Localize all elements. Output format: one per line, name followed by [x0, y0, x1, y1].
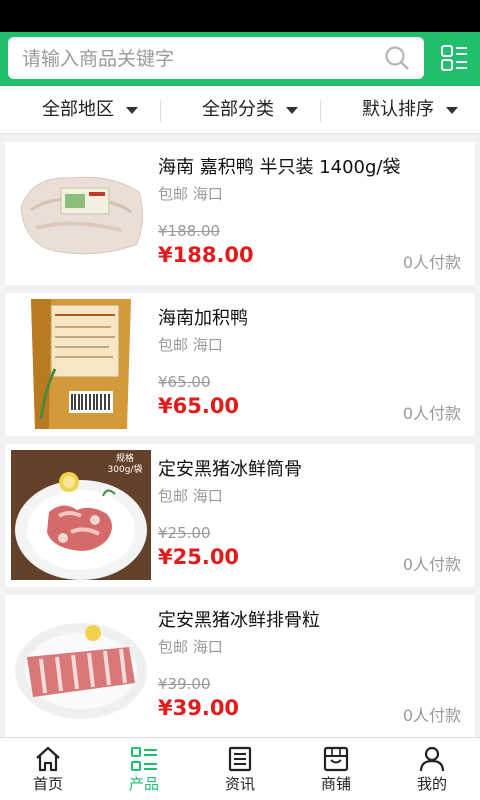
product-original-price: ¥188.00	[158, 222, 221, 240]
product-image	[11, 299, 151, 429]
filter-bar: 全部地区 全部分类 默认排序	[0, 86, 480, 134]
news-icon	[228, 746, 252, 772]
product-name[interactable]: 定安黑猪冰鲜排骨粒	[158, 609, 320, 633]
filter-region-label: 全部地区	[42, 99, 114, 120]
product-original-price: ¥39.00	[158, 675, 211, 693]
divider	[320, 100, 321, 122]
product-name[interactable]: 海南 嘉积鸭 半只装 1400g/袋	[158, 156, 400, 180]
product-shipping: 包邮 海口	[158, 336, 223, 354]
filter-sort[interactable]: 默认排序	[362, 86, 458, 134]
product-shipping: 包邮 海口	[158, 185, 223, 203]
tab-products-label: 产品	[128, 775, 159, 793]
product-image	[11, 601, 151, 731]
product-image	[11, 148, 151, 278]
filter-sort-label: 默认排序	[362, 99, 434, 120]
product-name[interactable]: 定安黑猪冰鲜筒骨	[158, 458, 302, 482]
filter-category-label: 全部分类	[202, 99, 274, 120]
product-price: ¥39.00	[158, 696, 240, 720]
product-original-price: ¥65.00	[158, 373, 211, 391]
product-name[interactable]: 海南加积鸭	[158, 307, 248, 331]
chevron-down-icon	[446, 106, 458, 114]
product-card[interactable]: 规格 300g/袋 定安黑猪冰鲜筒骨 包邮 海口 ¥25.00 ¥25.00 0…	[5, 444, 475, 587]
product-shipping: 包邮 海口	[158, 638, 223, 656]
product-sales: 0人付款	[402, 253, 461, 272]
product-original-price: ¥25.00	[158, 524, 211, 542]
tab-products[interactable]: 产品	[96, 738, 192, 800]
product-price: ¥25.00	[158, 545, 240, 569]
tab-shop[interactable]: 商铺	[288, 738, 384, 800]
tab-me[interactable]: 我的	[384, 738, 480, 800]
chevron-down-icon	[286, 106, 298, 114]
chevron-down-icon	[126, 106, 138, 114]
search-placeholder: 请输入商品关键字	[22, 48, 175, 70]
product-sales: 0人付款	[402, 706, 461, 725]
product-price: ¥65.00	[158, 394, 240, 418]
bottom-tab-bar: 首页 产品 资讯 商铺 我的	[0, 737, 480, 800]
filter-category[interactable]: 全部分类	[202, 86, 298, 134]
status-bar	[0, 0, 480, 32]
tab-shop-label: 商铺	[320, 775, 351, 793]
tab-news-label: 资讯	[224, 775, 255, 793]
product-card[interactable]: 海南加积鸭 包邮 海口 ¥65.00 ¥65.00 0人付款	[5, 293, 475, 436]
tab-me-label: 我的	[416, 775, 447, 793]
category-grid-icon[interactable]	[440, 44, 468, 72]
user-icon	[419, 746, 445, 772]
product-card[interactable]: 定安黑猪冰鲜排骨粒 包邮 海口 ¥39.00 ¥39.00 0人付款	[5, 595, 475, 738]
tab-news[interactable]: 资讯	[192, 738, 288, 800]
product-list-icon	[131, 747, 157, 771]
search-input[interactable]: 请输入商品关键字	[8, 37, 424, 79]
product-sales: 0人付款	[402, 404, 461, 423]
product-sales: 0人付款	[402, 555, 461, 574]
product-price: ¥188.00	[158, 243, 254, 267]
product-image: 规格 300g/袋	[11, 450, 151, 580]
filter-region[interactable]: 全部地区	[42, 86, 138, 134]
product-image-badge: 规格 300g/袋	[107, 454, 143, 475]
product-card[interactable]: 海南 嘉积鸭 半只装 1400g/袋 包邮 海口 ¥188.00 ¥188.00…	[5, 142, 475, 285]
product-shipping: 包邮 海口	[158, 487, 223, 505]
tab-home-label: 首页	[32, 775, 63, 793]
tab-home[interactable]: 首页	[0, 738, 96, 800]
header: 请输入商品关键字	[0, 32, 480, 86]
divider	[160, 100, 161, 122]
search-icon[interactable]	[384, 45, 410, 71]
home-icon	[36, 746, 60, 772]
shop-icon	[323, 746, 349, 772]
